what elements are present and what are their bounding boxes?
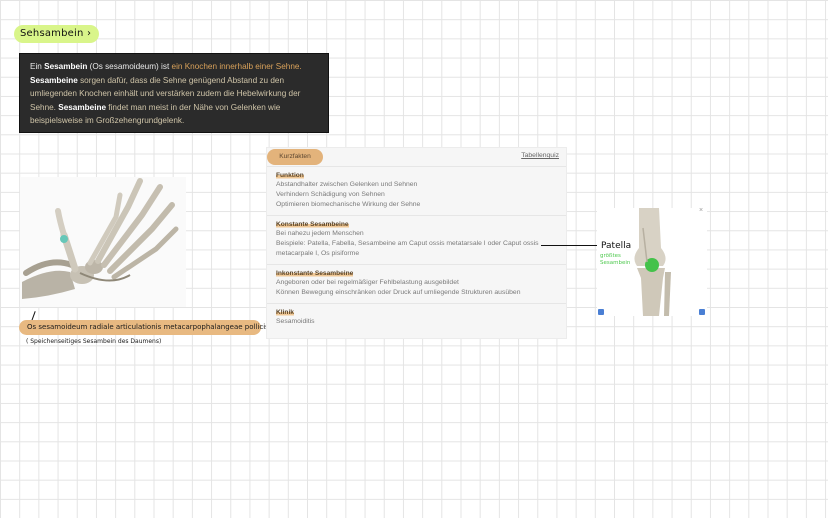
- def-bold-2: Sesambeine: [30, 75, 78, 85]
- patella-connector-line: [541, 245, 597, 246]
- tabellenquiz-link[interactable]: Tabellenquiz: [521, 152, 559, 159]
- def-bold-1: Sesambein: [44, 62, 88, 71]
- fact-title: Konstante Sesambeine: [276, 221, 349, 228]
- hand-caption: Os sesamoideum radiale articulationis me…: [19, 320, 269, 335]
- patella-sublabel: größtes Sesambein: [600, 253, 631, 266]
- def-bold-3: Sesambeine: [58, 102, 107, 112]
- hand-subcaption: ( Speichenseitiges Sesambein des Daumens…: [26, 338, 162, 345]
- fact-line: Angeboren oder bei regelmäßiger Fehlbela…: [276, 279, 459, 286]
- fact-section-klinik: Klinik Sesamoiditis: [267, 303, 566, 332]
- fact-line: Optimieren biomechanische Wirkung der Se…: [276, 201, 421, 208]
- resize-handle-icon[interactable]: [699, 309, 705, 315]
- fact-line: Beispiele: Patella, Fabella, Sesambeine …: [276, 240, 539, 257]
- facts-card: Kurzfakten Tabellenquiz Funktion Abstand…: [266, 147, 567, 339]
- patella-label: Patella: [601, 241, 632, 251]
- resize-handle-icon[interactable]: [598, 309, 604, 315]
- close-icon[interactable]: ×: [699, 207, 703, 214]
- definition-box: Ein Sesambein (Os sesamoideum) ist ein K…: [19, 53, 329, 133]
- def-text-1: Ein: [30, 62, 45, 71]
- fact-line: Sesamoiditis: [276, 318, 315, 325]
- hand-skeleton-image[interactable]: [20, 177, 186, 307]
- def-highlight-1: ein Knochen innerhalb einer Sehne.: [171, 62, 302, 71]
- fact-title: Inkonstante Sesambeine: [276, 270, 354, 277]
- fact-line: Verhindern Schädigung von Sehnen: [276, 191, 385, 198]
- fact-line: Können Bewegung einschränken oder Druck …: [276, 289, 521, 296]
- page-title-text: Sehsambein: [20, 28, 84, 39]
- fact-section-konstante: Konstante Sesambeine Bei nahezu jedem Me…: [267, 215, 566, 264]
- page-title: Sehsambein ›: [14, 25, 100, 43]
- tab-kurzfakten[interactable]: Kurzfakten: [267, 149, 323, 165]
- fact-line: Abstandhalter zwischen Gelenken und Sehn…: [276, 181, 418, 188]
- title-arrow-icon: ›: [86, 28, 92, 39]
- fact-line: Bei nahezu jedem Menschen: [276, 230, 364, 237]
- fact-title: Funktion: [276, 172, 304, 179]
- fact-section-funktion: Funktion Abstandhalter zwischen Gelenken…: [267, 166, 566, 215]
- def-text-2: (Os sesamoideum) ist: [87, 62, 172, 71]
- facts-header: Kurzfakten Tabellenquiz: [267, 148, 566, 166]
- fact-title: Klinik: [276, 309, 294, 316]
- fact-section-inkonstante: Inkonstante Sesambeine Angeboren oder be…: [267, 264, 566, 303]
